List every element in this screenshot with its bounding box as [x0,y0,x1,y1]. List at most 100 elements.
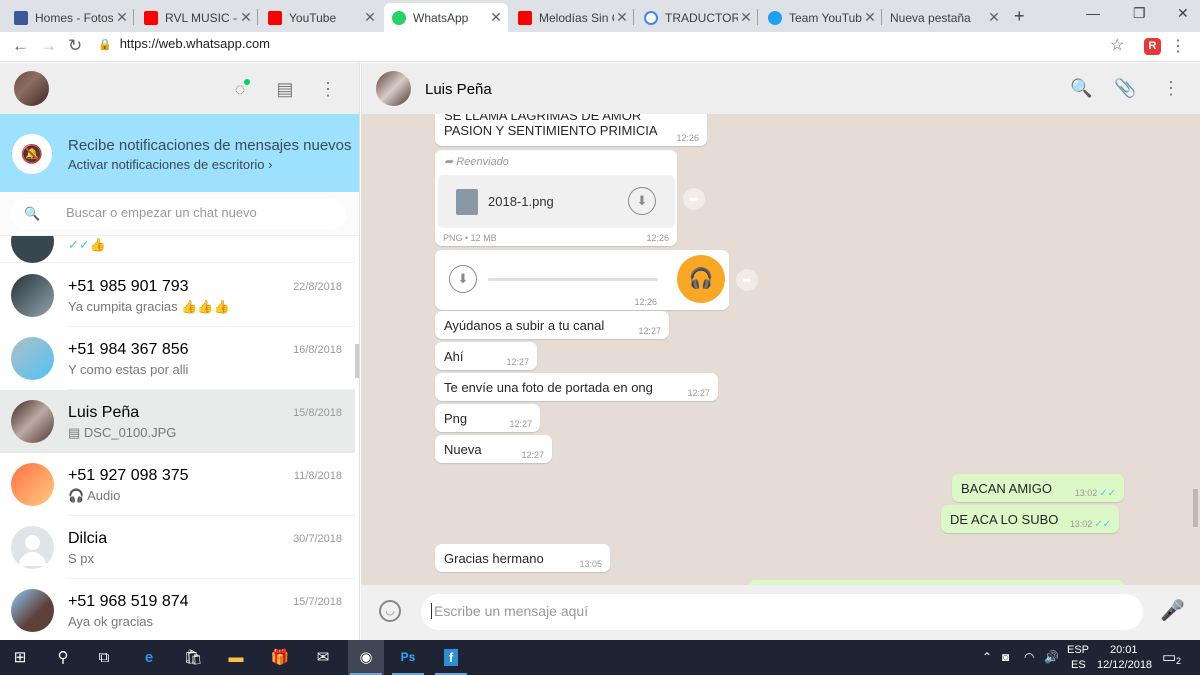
message-in: Nueva 12:27 [435,435,552,463]
photoshop-icon[interactable]: Ps [390,640,426,675]
tab-youtube[interactable]: YouTube ✕ [260,3,382,32]
notification-count: 2 [1176,656,1182,666]
message-in: Ahí 12:27 [435,342,537,370]
download-icon[interactable]: ⬇ [449,265,477,293]
search-icon[interactable]: 🔍 [1070,78,1092,99]
status-dot-icon [244,79,250,85]
microphone-icon[interactable]: 🎤 [1160,598,1185,623]
conversation-pane: Luis Peña 🔍 📎 ⋮ SE LLAMA LAGRIMAS DE AMO… [361,63,1200,640]
address-bar[interactable]: 🔒 https://web.whatsapp.com [98,36,270,51]
search-input[interactable] [66,205,336,220]
conversation-header[interactable]: Luis Peña 🔍 📎 ⋮ [361,63,1200,114]
bookmark-star-icon[interactable]: ☆ [1110,35,1124,55]
message-area: SE LLAMA LAGRIMAS DE AMOR PASION Y SENTI… [361,114,1200,585]
close-tab-icon[interactable]: ✕ [362,9,378,26]
close-tab-icon[interactable]: ✕ [986,9,1002,26]
close-tab-icon[interactable]: ✕ [738,9,754,26]
search-bar: 🔍 [0,192,359,236]
tab-homes-fotos[interactable]: Homes - Fotos ✕ [6,3,134,32]
message-audio: ⬇ 12:26 🎧 [435,250,729,310]
chat-item[interactable]: +51 985 901 793 22/8/2018 Ya cumpita gra… [0,264,355,327]
search-box: 🔍 [10,199,346,229]
windows-start-icon[interactable]: ⊞ [2,640,38,675]
store-icon[interactable]: 🛍 [175,640,211,675]
clock-date[interactable]: 12/12/2018 [1097,659,1152,671]
message-input[interactable] [431,603,1131,619]
message-out: DE ACA LO SUBO 13:02 ✓✓ [941,505,1119,533]
download-icon[interactable]: ⬇ [628,187,656,215]
volume-icon[interactable]: 🔊 [1044,650,1059,664]
tab-traductor[interactable]: TRADUCTOR - ✕ [636,3,758,32]
minimize-icon[interactable]: — [1086,5,1100,21]
audio-progress-bar[interactable] [488,278,658,281]
my-avatar[interactable] [14,71,49,106]
file-explorer-icon[interactable]: ▬ [218,640,254,675]
tab-team-youtube[interactable]: Team YouTube ✕ [760,3,882,32]
gift-app-icon[interactable]: 🎁 [262,640,298,675]
close-tab-icon[interactable]: ✕ [114,9,130,26]
forwarded-icon: ➦ [444,156,457,168]
contact-avatar[interactable] [376,71,411,106]
forward-icon[interactable]: ➦ [683,188,705,210]
enable-notifications-link[interactable]: Activar notificaciones de escritorio › [68,157,272,172]
forward-icon[interactable]: → [40,36,57,56]
clock-time[interactable]: 20:01 [1110,644,1138,656]
mail-icon[interactable]: ✉ [305,640,341,675]
emoji-icon[interactable]: ◡ [379,600,401,622]
chat-item[interactable]: +51 968 519 874 15/7/2018 Aya ok gracias [0,579,355,640]
chrome-icon[interactable]: ◉ [348,640,384,675]
wifi-icon[interactable]: ◠ [1024,650,1034,664]
read-receipt-icon: ✓✓ [1099,488,1116,499]
menu-icon[interactable]: ⋮ [317,78,339,100]
menu-icon[interactable]: ⋮ [1162,78,1180,99]
avatar [11,274,54,317]
language-indicator[interactable]: ESP [1067,644,1089,656]
search-icon[interactable]: ⚲ [45,640,81,675]
avatar [11,400,54,443]
default-avatar-icon [11,526,54,569]
restore-icon[interactable]: ❐ [1133,5,1146,22]
notification-banner[interactable]: 🔕 Recibe notificaciones de mensajes nuev… [0,114,359,192]
browser-menu-icon[interactable]: ⋮ [1170,36,1186,56]
attach-icon[interactable]: 📎 [1114,78,1136,99]
tab-melodias[interactable]: Melodías Sin C ✕ [510,3,634,32]
extension-icon[interactable]: R [1144,38,1161,55]
forward-icon[interactable]: ➦ [736,269,758,291]
document-icon [456,189,478,215]
tray-app-icon[interactable]: ◙ [1002,650,1009,664]
action-center-icon[interactable]: ▭ [1162,648,1176,666]
back-icon[interactable]: ← [12,36,29,56]
edge-icon[interactable]: e [131,640,167,675]
tray-chevron-icon[interactable]: ⌃ [982,650,992,664]
conversation-scrollbar[interactable] [1193,489,1198,527]
message-in: SE LLAMA LAGRIMAS DE AMOR PASION Y SENTI… [435,114,707,146]
tab-nueva-pestana[interactable]: Nueva pestaña ✕ [882,3,1006,32]
read-receipt-icon: ✓✓ [1094,519,1111,530]
close-window-icon[interactable]: ✕ [1177,5,1189,22]
whatsapp-icon [392,10,406,25]
tab-whatsapp[interactable]: WhatsApp ✕ [384,3,508,32]
youtube-icon [518,10,532,25]
new-chat-icon[interactable]: ▤ [274,78,296,100]
chat-item[interactable]: +51 927 098 375 11/8/2018 🎧 Audio [0,453,355,516]
lock-icon: 🔒 [98,39,112,51]
close-tab-icon[interactable]: ✕ [488,9,504,26]
close-tab-icon[interactable]: ✕ [862,9,878,26]
contact-name[interactable]: Luis Peña [425,81,492,98]
search-icon[interactable]: 🔍 [24,206,40,222]
close-tab-icon[interactable]: ✕ [614,9,630,26]
file-attachment[interactable]: 2018-1.png ⬇ [438,175,675,228]
chat-item-selected[interactable]: Luis Peña 15/8/2018 ▤ DSC_0100.JPG [0,390,355,453]
chat-item-partial[interactable]: ✓✓👍 [0,236,355,263]
close-tab-icon[interactable]: ✕ [238,9,254,26]
google-icon [644,10,658,25]
new-tab-icon[interactable]: + [1014,6,1025,27]
tab-rvl-music[interactable]: RVL MUSIC - Y ✕ [136,3,258,32]
task-view-icon[interactable]: ⧉ [86,640,122,675]
chat-item[interactable]: Dilcia 30/7/2018 S px [0,516,355,579]
sidebar-scrollbar[interactable] [355,344,359,378]
chat-item[interactable]: +51 984 367 856 16/8/2018 Y como estas p… [0,327,355,390]
app-f-icon[interactable]: f [433,640,469,675]
reload-icon[interactable]: ↻ [68,36,82,56]
facebook-icon [14,10,28,25]
